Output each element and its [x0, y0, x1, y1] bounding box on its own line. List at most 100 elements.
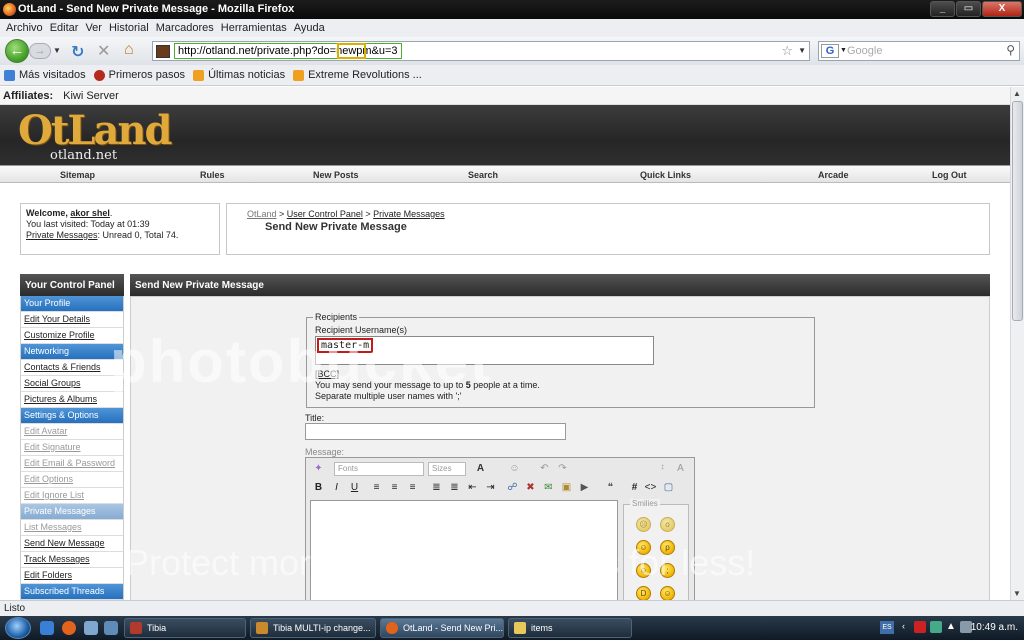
sidebar-item-edit-avatar[interactable]: Edit Avatar — [21, 424, 123, 440]
search-engine-dropdown-icon[interactable]: ▼ — [840, 47, 847, 54]
breadcrumb-private-messages[interactable]: Private Messages — [373, 209, 445, 219]
tray-app-icon[interactable] — [914, 621, 926, 633]
bookmark-primeros-pasos[interactable]: Primeros pasos — [93, 65, 185, 85]
back-button[interactable]: ← — [5, 39, 29, 63]
menu-ayuda[interactable]: Ayuda — [292, 19, 330, 37]
smiley-laugh-icon[interactable]: ☺ — [660, 586, 675, 600]
google-icon[interactable]: G — [821, 44, 839, 58]
tray-expand-icon[interactable]: ‹ — [902, 621, 905, 631]
title-input[interactable] — [305, 423, 566, 440]
clock[interactable]: 10:49 a.m. — [971, 622, 1018, 633]
redo-icon[interactable]: ↷ — [556, 462, 569, 475]
bookmark-ultimas-noticias[interactable]: Últimas noticias — [193, 65, 285, 85]
breadcrumb-user-control-panel[interactable]: User Control Panel — [287, 209, 363, 219]
sidebar-item-edit-signature[interactable]: Edit Signature — [21, 440, 123, 456]
sidebar-item-contacts-friends[interactable]: Contacts & Friends — [21, 360, 123, 376]
smiley-cool-icon[interactable]: ☺ — [636, 563, 651, 578]
firefox-quicklaunch-icon[interactable] — [62, 621, 76, 635]
language-indicator[interactable]: ES — [880, 621, 894, 634]
message-textarea[interactable] — [310, 500, 618, 600]
sidebar-item-social-groups[interactable]: Social Groups — [21, 376, 123, 392]
scroll-down-icon[interactable]: ▼ — [1013, 589, 1021, 598]
private-messages-link[interactable]: Private Messages — [26, 230, 98, 240]
stop-button[interactable]: ✕ — [97, 41, 110, 61]
sidebar-item-networking[interactable]: Networking — [21, 344, 123, 360]
sidebar-item-edit-your-details[interactable]: Edit Your Details — [21, 312, 123, 328]
sidebar-item-list-messages[interactable]: List Messages — [21, 520, 123, 536]
maximize-button[interactable]: ▭ — [956, 1, 981, 17]
sidebar-item-edit-folders[interactable]: Edit Folders — [21, 568, 123, 584]
outdent-icon[interactable]: ⇤ — [466, 481, 479, 494]
bookmark-mas-visitados[interactable]: Más visitados — [4, 65, 86, 85]
smilie-picker-icon[interactable]: ☺ — [508, 462, 521, 475]
task-tibia[interactable]: Tibia — [124, 618, 246, 638]
tray-network-icon[interactable] — [930, 621, 942, 633]
task-tibia-multi-ip[interactable]: Tibia MULTI-ip change... — [250, 618, 376, 638]
home-button[interactable]: ⌂ — [124, 41, 134, 59]
video-icon[interactable]: ▶ — [578, 481, 591, 494]
unlink-icon[interactable]: ✖ — [524, 481, 537, 494]
nav-rules[interactable]: Rules — [200, 170, 225, 180]
nav-new-posts[interactable]: New Posts — [313, 170, 359, 180]
show-desktop-icon[interactable] — [84, 621, 98, 635]
code-html-icon[interactable]: <> — [644, 481, 657, 494]
sidebar-item-pictures-albums[interactable]: Pictures & Albums — [21, 392, 123, 408]
font-select[interactable]: Fonts — [334, 462, 424, 476]
nav-search[interactable]: Search — [468, 170, 498, 180]
resize-icon[interactable]: ↕ — [656, 460, 669, 473]
sidebar-item-subscribed-threads[interactable]: Subscribed Threads — [21, 584, 123, 600]
url-bar[interactable]: http://otland.net/private.php?do=newpm&u… — [152, 41, 810, 61]
align-left-icon[interactable]: ≡ — [370, 481, 383, 494]
smiley-tongue-icon[interactable]: p — [660, 540, 675, 555]
url-dropdown-icon[interactable]: ▼ — [798, 46, 806, 55]
indent-icon[interactable]: ⇥ — [484, 481, 497, 494]
underline-icon[interactable]: U — [348, 481, 361, 494]
quote-icon[interactable]: ❝ — [604, 481, 617, 494]
smiley-biggrin-icon[interactable]: D — [636, 586, 651, 600]
vertical-scrollbar[interactable]: ▲ ▼ — [1010, 87, 1024, 600]
email-icon[interactable]: ✉ — [542, 481, 555, 494]
search-bar[interactable]: G ▼ Google ⚲ — [818, 41, 1020, 61]
size-select[interactable]: Sizes — [428, 462, 466, 476]
menu-marcadores[interactable]: Marcadores — [154, 19, 219, 37]
unordered-list-icon[interactable]: ≣ — [448, 481, 461, 494]
smiley-eek-icon[interactable]: o — [660, 517, 675, 532]
nav-quick-links[interactable]: Quick Links — [640, 170, 691, 180]
start-button[interactable] — [5, 617, 31, 639]
php-icon[interactable]: ▢ — [662, 481, 675, 494]
ie-quicklaunch-icon[interactable] — [40, 621, 54, 635]
tray-signal-icon[interactable]: ▲ — [946, 621, 956, 632]
nav-arcade[interactable]: Arcade — [818, 170, 849, 180]
minimize-button[interactable]: _ — [930, 1, 955, 17]
menu-ver[interactable]: Ver — [83, 19, 107, 37]
bookmark-extreme-revolutions[interactable]: Extreme Revolutions ... — [293, 65, 422, 85]
site-logo[interactable]: OtLand — [18, 109, 172, 153]
menu-historial[interactable]: Historial — [107, 19, 154, 37]
recipient-value[interactable]: master-m — [317, 338, 374, 353]
scroll-up-icon[interactable]: ▲ — [1013, 89, 1021, 98]
sidebar-item-your-profile[interactable]: Your Profile — [21, 296, 123, 312]
bcc-link[interactable]: [BCC] — [315, 369, 339, 379]
sidebar-item-private-messages[interactable]: Private Messages — [21, 504, 123, 520]
close-button[interactable]: X — [982, 1, 1022, 17]
sidebar-item-edit-options[interactable]: Edit Options — [21, 472, 123, 488]
switch-windows-icon[interactable] — [104, 621, 118, 635]
text-color-icon[interactable]: A — [474, 462, 487, 475]
sidebar-item-send-new-message[interactable]: Send New Message — [21, 536, 123, 552]
sidebar-item-track-messages[interactable]: Track Messages — [21, 552, 123, 568]
link-icon[interactable]: ☍ — [506, 481, 519, 494]
forward-button[interactable]: → — [29, 43, 51, 59]
search-icon[interactable]: ⚲ — [1006, 43, 1015, 57]
reload-button[interactable]: ↻ — [71, 42, 84, 62]
scrollbar-thumb[interactable] — [1012, 101, 1023, 321]
recipient-input[interactable]: master-m — [315, 336, 654, 365]
menu-archivo[interactable]: Archivo — [4, 19, 48, 37]
bookmark-star-icon[interactable]: ☆ — [781, 43, 793, 59]
sidebar-item-customize-profile[interactable]: Customize Profile — [21, 328, 123, 344]
ordered-list-icon[interactable]: ≣ — [430, 481, 443, 494]
sidebar-item-edit-ignore-list[interactable]: Edit Ignore List — [21, 488, 123, 504]
toggle-editor-icon[interactable]: A — [674, 462, 687, 475]
smiley-smile-icon[interactable]: ☺ — [636, 540, 651, 555]
task-firefox-otland[interactable]: OtLand - Send New Pri... — [380, 618, 504, 638]
history-dropdown-icon[interactable]: ▼ — [53, 46, 61, 55]
